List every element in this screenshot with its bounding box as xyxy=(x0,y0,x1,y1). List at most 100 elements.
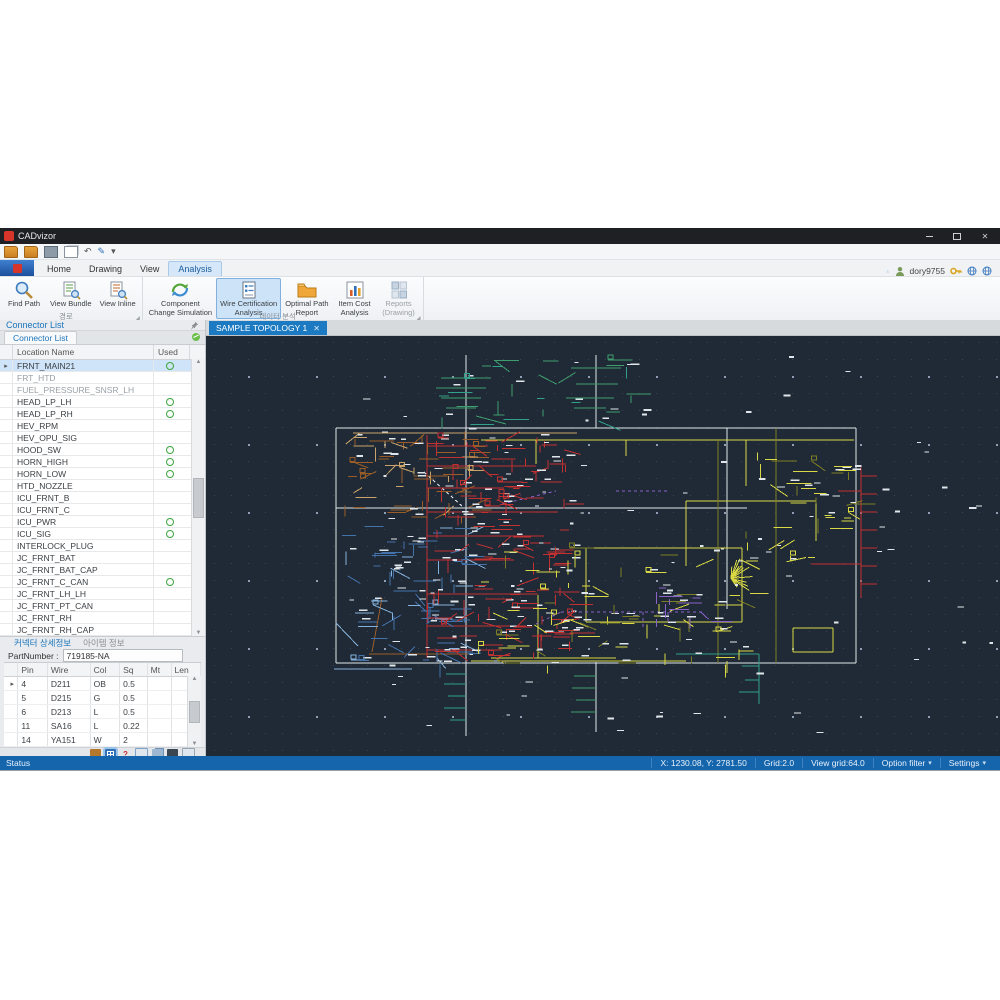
connector-row[interactable]: JC_FRNT_RH_CAP xyxy=(0,624,205,636)
grid-setting: Grid:2.0 xyxy=(754,758,802,768)
pin-marker-column[interactable] xyxy=(4,663,19,676)
connector-row[interactable]: ICU_FRNT_C xyxy=(0,504,205,516)
copy-icon[interactable] xyxy=(64,245,78,258)
connector-row[interactable]: HORN_HIGH xyxy=(0,456,205,468)
pin-row[interactable]: 11 SA16 L 0.22 xyxy=(4,719,201,733)
pin-cell xyxy=(4,733,19,746)
connector-row[interactable]: ICU_SIG xyxy=(0,528,205,540)
pin-row[interactable]: 5 D215 G 0.5 xyxy=(4,691,201,705)
connector-row[interactable]: JC_FRNT_PT_CAN xyxy=(0,600,205,612)
pin-column-pin[interactable]: Pin xyxy=(18,663,48,676)
restore-button[interactable] xyxy=(946,230,968,242)
find-path-button[interactable]: Find Path xyxy=(2,278,46,311)
pin-row[interactable]: 14 YA151 W 2 xyxy=(4,733,201,747)
ribbon-collapse-icon[interactable]: ▴ xyxy=(886,267,890,275)
settings-button[interactable]: Settings ▾ xyxy=(939,758,994,768)
pin-row[interactable]: ▸ 4 D211 OB 0.5 xyxy=(4,677,201,691)
connector-row[interactable]: ICU_PWR xyxy=(0,516,205,528)
connector-row[interactable]: HTD_NOZZLE xyxy=(0,480,205,492)
connector-name: ICU_PWR xyxy=(13,516,154,527)
tab-connector-list[interactable]: Connector List xyxy=(4,331,77,344)
view-inline-button[interactable]: View Inline xyxy=(96,278,140,311)
used-indicator xyxy=(165,361,174,370)
globe-2-icon[interactable] xyxy=(982,266,992,276)
view-bundle-button[interactable]: View Bundle xyxy=(46,278,96,311)
pin-row[interactable]: 6 D213 L 0.5 xyxy=(4,705,201,719)
pin-cell: L xyxy=(91,719,121,732)
pin-table-scrollbar[interactable]: ▲ ▼ xyxy=(187,676,201,747)
detail-tab-0[interactable]: 커넥터 상세정보 xyxy=(14,637,71,649)
user-name: dory9755 xyxy=(909,266,945,276)
filter-status-icon[interactable] xyxy=(191,332,201,342)
scrollbar-thumb[interactable] xyxy=(193,477,204,518)
ribbon-tab-view[interactable]: View xyxy=(131,262,168,276)
edit-pen-icon[interactable]: ✎ xyxy=(98,246,106,257)
connector-row[interactable]: HEV_RPM xyxy=(0,420,205,432)
connector-name: HEAD_LP_RH xyxy=(13,408,154,419)
pin-column-wire[interactable]: Wire xyxy=(48,663,91,676)
quick-access-more-icon[interactable]: ▾ xyxy=(111,246,116,257)
pin-icon[interactable] xyxy=(190,321,199,330)
connector-table: Location Name Used ▸ FRNT_MAIN21 FRT_HTD FU… xyxy=(0,345,205,636)
connector-row[interactable]: ▸ FRNT_MAIN21 xyxy=(0,360,205,372)
pin-cell xyxy=(148,719,172,732)
column-location-name[interactable]: Location Name xyxy=(13,345,154,359)
connector-row[interactable]: HOOD_SW xyxy=(0,444,205,456)
column-used[interactable]: Used xyxy=(154,345,190,359)
pin-column-mt[interactable]: Mt xyxy=(148,663,172,676)
pin-cell xyxy=(4,705,19,718)
option-filter-button[interactable]: Option filter ▾ xyxy=(872,758,940,768)
connector-name: JC_FRNT_LH_LH xyxy=(13,588,154,599)
tab-sample-topology-1[interactable]: SAMPLE TOPOLOGY 1 ✕ xyxy=(209,321,327,335)
connector-scrollbar[interactable]: ▲ ▼ xyxy=(191,359,205,636)
detail-tab-1[interactable]: 아이템 정보 xyxy=(83,637,124,649)
save-icon[interactable] xyxy=(44,245,58,258)
optimal-path-report-icon xyxy=(296,280,318,300)
connector-row[interactable]: FUEL_PRESSURE_SNSR_LH xyxy=(0,384,205,396)
undo-icon[interactable]: ↶ xyxy=(84,246,92,257)
connector-row[interactable]: ICU_FRNT_B xyxy=(0,492,205,504)
pin-cell: ▸ xyxy=(4,677,19,690)
connector-row[interactable]: HORN_LOW xyxy=(0,468,205,480)
used-indicator xyxy=(165,409,174,418)
pin-cell: 6 xyxy=(18,705,48,718)
minimize-button[interactable] xyxy=(918,230,940,242)
ribbon-tab-analysis[interactable]: Analysis xyxy=(168,261,222,276)
pin-column-col[interactable]: Col xyxy=(91,663,121,676)
open-folder-2-icon[interactable] xyxy=(24,245,38,258)
application-window: CADvizor ✕ ↶ ✎ ▾ Home Drawing View Analysis… xyxy=(0,228,1000,771)
ribbon-tab-home[interactable]: Home xyxy=(38,262,80,276)
connector-row[interactable]: JC_FRNT_C_CAN xyxy=(0,576,205,588)
connector-row[interactable]: HEAD_LP_LH xyxy=(0,396,205,408)
connector-row[interactable]: JC_FRNT_BAT xyxy=(0,552,205,564)
pin-cell xyxy=(148,733,172,746)
key-icon[interactable] xyxy=(950,266,962,276)
pin-cell: G xyxy=(91,691,121,704)
part-number-field[interactable]: 719185-NA xyxy=(62,649,183,662)
close-button[interactable]: ✕ xyxy=(974,230,996,242)
connector-row[interactable]: FRT_HTD xyxy=(0,372,205,384)
drawing-canvas[interactable] xyxy=(206,336,1000,756)
pin-cell: 0.5 xyxy=(120,705,148,718)
connector-name: ICU_FRNT_B xyxy=(13,492,154,503)
app-icon xyxy=(4,231,14,241)
connector-row[interactable]: HEV_OPU_SIG xyxy=(0,432,205,444)
connector-row[interactable]: JC_FRNT_RH xyxy=(0,612,205,624)
application-menu-button[interactable] xyxy=(0,260,34,276)
pin-cell: 0.5 xyxy=(120,691,148,704)
connector-name: JC_FRNT_RH_CAP xyxy=(13,624,154,635)
connector-row[interactable]: INTERLOCK_PLUG xyxy=(0,540,205,552)
connector-row[interactable]: HEAD_LP_RH xyxy=(0,408,205,420)
pin-column-len[interactable]: Len xyxy=(172,663,201,676)
used-indicator xyxy=(165,445,174,454)
pin-column-sq[interactable]: Sq xyxy=(120,663,148,676)
connector-row[interactable]: JC_FRNT_LH_LH xyxy=(0,588,205,600)
connector-name: HTD_NOZZLE xyxy=(13,480,154,491)
used-indicator xyxy=(165,577,174,586)
ribbon-tab-drawing[interactable]: Drawing xyxy=(80,262,131,276)
pin-cell: D213 xyxy=(48,705,91,718)
connector-row[interactable]: JC_FRNT_BAT_CAP xyxy=(0,564,205,576)
tab-close-icon[interactable]: ✕ xyxy=(313,324,320,333)
globe-icon[interactable] xyxy=(967,266,977,276)
open-folder-icon[interactable] xyxy=(4,245,18,258)
